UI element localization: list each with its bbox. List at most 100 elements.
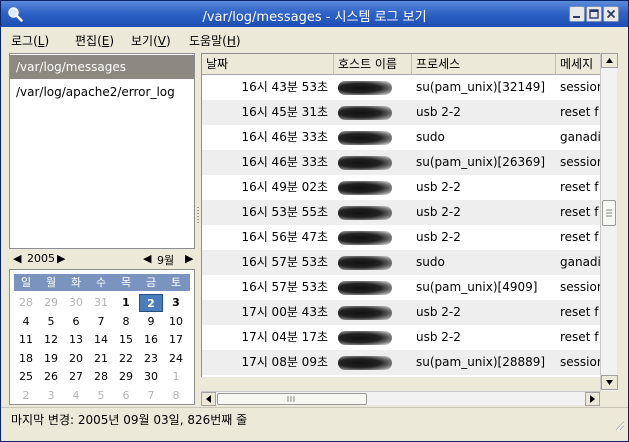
calendar-day[interactable]: 2 [14,387,38,405]
calendar-day[interactable]: 7 [139,387,163,405]
title-bar[interactable]: /var/log/messages - 시스템 로그 보기 [1,1,628,27]
table-row[interactable]: 17시 08분 09초 su(pam_unix)[28889] session [202,350,600,375]
menu-view[interactable]: 보기(V) [131,32,171,49]
calendar-day[interactable]: 29 [114,368,138,386]
year-prev-arrow-icon[interactable]: ◀ [13,252,21,265]
table-row[interactable]: 17시 00분 43초 usb 2-2 reset f [202,300,600,325]
vertical-scroll-thumb[interactable] [602,200,616,226]
month-next-arrow-icon[interactable]: ▶ [185,252,193,265]
horizontal-scroll-thumb[interactable] [217,393,367,405]
scroll-left-button[interactable] [201,392,216,406]
calendar-day[interactable]: 16 [139,331,163,349]
cell-message: session [560,155,600,169]
cell-process: usb 2-2 [416,305,461,319]
menu-edit[interactable]: 편집(E) [75,32,114,49]
calendar-day[interactable]: 14 [89,331,113,349]
log-item-messages[interactable]: /var/log/messages [10,55,194,79]
vertical-scrollbar[interactable] [600,53,618,391]
resize-grip-icon[interactable] [613,419,625,431]
calendar-day[interactable]: 6 [114,387,138,405]
calendar-day[interactable]: 7 [89,313,113,331]
calendar-day[interactable]: 21 [89,350,113,368]
calendar-day[interactable]: 5 [39,313,63,331]
cell-process: su(pam_unix)[32149] [416,80,546,94]
calendar-day[interactable]: 8 [164,387,188,405]
cell-process: su(pam_unix)[26369] [416,155,546,169]
table-row[interactable]: 16시 46분 33초 sudo ganadi [202,125,600,150]
calendar-day[interactable]: 18 [14,350,38,368]
calendar-day[interactable]: 24 [164,350,188,368]
table-row[interactable]: 16시 56분 47초 usb 2-2 reset f [202,225,600,250]
menu-log[interactable]: 로그(L) [11,32,49,49]
horizontal-scrollbar[interactable] [201,391,600,406]
pane-grip-handle[interactable] [197,207,199,223]
redacted-hostname [338,180,392,195]
table-row[interactable]: 17시 08분 10초 su(pam_unix)[18079] session [202,375,600,377]
column-header-host[interactable]: 호스트 이름 [334,54,412,74]
arrow-left-icon [206,395,211,403]
calendar-day[interactable]: 5 [89,387,113,405]
close-button[interactable] [603,6,619,22]
cell-message: session [560,280,600,294]
calendar-day[interactable]: 11 [14,331,38,349]
calendar-day[interactable]: 23 [139,350,163,368]
table-row[interactable]: 16시 45분 31초 usb 2-2 reset f [202,100,600,125]
calendar-day[interactable]: 2 [139,294,163,312]
table-row[interactable]: 16시 53분 55초 usb 2-2 reset f [202,200,600,225]
calendar-day[interactable]: 19 [39,350,63,368]
calendar-day[interactable]: 25 [14,368,38,386]
calendar-day[interactable]: 1 [164,368,188,386]
menu-view-label: 보기( [131,34,158,48]
calendar-day[interactable]: 30 [64,294,88,312]
calendar-day[interactable]: 10 [164,313,188,331]
minimize-button[interactable] [569,6,585,22]
calendar-day[interactable]: 27 [64,368,88,386]
redacted-hostname [338,105,392,120]
table-row[interactable]: 17시 04분 17초 usb 2-2 reset f [202,325,600,350]
column-header-date[interactable]: 날짜 [202,54,334,74]
calendar-day[interactable]: 31 [89,294,113,312]
table-row[interactable]: 16시 49분 02초 usb 2-2 reset f [202,175,600,200]
calendar-day[interactable]: 26 [39,368,63,386]
maximize-icon [589,9,599,19]
calendar-day[interactable]: 28 [89,368,113,386]
calendar-day[interactable]: 22 [114,350,138,368]
calendar-day[interactable]: 30 [139,368,163,386]
calendar-day[interactable]: 6 [64,313,88,331]
column-header-message[interactable]: 메세지 [556,54,600,74]
year-next-arrow-icon[interactable]: ▶ [57,252,65,265]
table-header: 날짜 호스트 이름 프로세스 메세지 [202,54,600,75]
log-item-apache-error[interactable]: /var/log/apache2/error_log [10,80,194,104]
calendar-day[interactable]: 28 [14,294,38,312]
calendar-day[interactable]: 4 [14,313,38,331]
menu-help[interactable]: 도움말(H) [189,32,241,49]
table-row[interactable]: 16시 57분 53초 sudo ganadi [202,250,600,275]
calendar-day[interactable]: 1 [114,294,138,312]
month-prev-arrow-icon[interactable]: ◀ [143,252,151,265]
calendar-day[interactable]: 3 [39,387,63,405]
calendar-day[interactable]: 3 [164,294,188,312]
calendar-day[interactable]: 4 [64,387,88,405]
cell-host-redacted [338,275,412,300]
weekday-label: 목 [120,276,132,289]
calendar-day[interactable]: 17 [164,331,188,349]
scroll-down-button[interactable] [601,375,618,390]
calendar-day[interactable]: 20 [64,350,88,368]
calendar-day[interactable]: 12 [39,331,63,349]
cell-message: ganadi [560,130,600,144]
scroll-right-button[interactable] [585,392,600,406]
calendar-day[interactable]: 15 [114,331,138,349]
arrow-right-icon [590,395,595,403]
cell-date: 17시 08분 09초 [241,355,328,369]
column-header-process[interactable]: 프로세스 [412,54,556,74]
calendar-day[interactable]: 9 [139,313,163,331]
calendar-day[interactable]: 8 [114,313,138,331]
log-file-list: /var/log/messages /var/log/apache2/error… [9,53,195,249]
calendar-day[interactable]: 13 [64,331,88,349]
table-row[interactable]: 16시 57분 53초 su(pam_unix)[4909] session [202,275,600,300]
calendar-day[interactable]: 29 [39,294,63,312]
maximize-button[interactable] [586,6,602,22]
table-row[interactable]: 16시 46분 33초 su(pam_unix)[26369] session [202,150,600,175]
table-row[interactable]: 16시 43분 53초 su(pam_unix)[32149] session [202,75,600,100]
scroll-up-button[interactable] [601,53,618,68]
